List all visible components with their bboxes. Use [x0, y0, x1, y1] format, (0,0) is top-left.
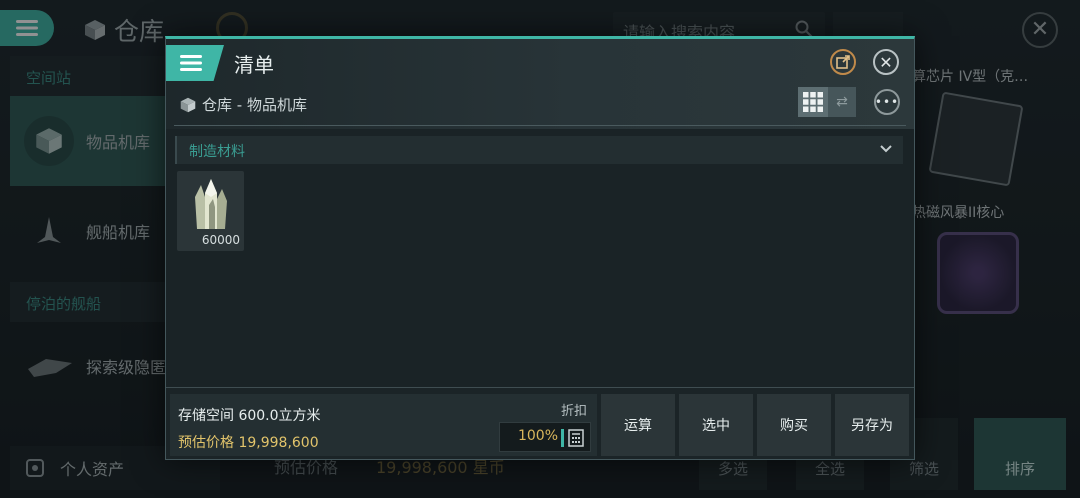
select-button[interactable]: 选中 — [679, 394, 753, 456]
sidebar-section-station: 空间站 — [10, 56, 168, 96]
header-divider — [174, 125, 906, 126]
more-button[interactable]: ••• — [874, 89, 900, 115]
sort-button[interactable]: 排序 — [974, 418, 1066, 490]
sidebar-item-label: 探索级隐匿 — [86, 358, 167, 377]
price-line: 预估价格 19,998,600 — [178, 432, 319, 452]
close-icon[interactable]: ✕ — [1022, 12, 1058, 48]
calculate-button[interactable]: 运算 — [601, 394, 675, 456]
cube-icon — [85, 20, 105, 40]
calculator-icon[interactable] — [568, 429, 584, 447]
discount-input[interactable]: 100% — [499, 422, 591, 452]
menu-button[interactable] — [0, 10, 54, 46]
list-icon — [180, 55, 202, 71]
cube-icon — [24, 116, 74, 166]
category-header[interactable]: 制造材料 — [175, 136, 903, 164]
sidebar-item-docked-ship[interactable]: 探索级隐匿 — [10, 322, 168, 410]
ship-icon — [28, 359, 72, 377]
list-modal: 清单 ✕ 仓库 - 物品机库 ⇄ ••• 制造材料 60000 存储空间 600… — [165, 36, 915, 460]
sidebar: 空间站 物品机库 舰船机库 停泊的舰船 探索级隐匿 — [10, 56, 168, 498]
sidebar-item-label: 舰船机库 — [86, 223, 151, 242]
swap-icon[interactable]: ⇄ — [828, 87, 856, 117]
sidebar-item-label: 物品机库 — [86, 133, 151, 152]
grid-view-icon[interactable] — [798, 87, 828, 117]
close-button[interactable]: ✕ — [873, 49, 899, 75]
price-label: 预估价格 — [178, 435, 234, 451]
item-quantity: 60000 — [201, 233, 240, 247]
text-cursor — [561, 429, 564, 447]
discount-value: 100% — [517, 428, 558, 444]
list-icon — [16, 20, 38, 36]
sidebar-item-warehouse[interactable]: 物品机库 — [10, 96, 168, 186]
close-icon: ✕ — [879, 52, 893, 72]
ship-icon — [24, 206, 74, 256]
export-button[interactable] — [830, 49, 856, 75]
crystal-icon — [195, 179, 227, 229]
core-card-title: 热磁风暴II核心 — [912, 205, 1005, 221]
footer-info: 存储空间 600.0立方米 预估价格 19,998,600 折扣 100% — [170, 394, 597, 456]
buy-button[interactable]: 购买 — [757, 394, 831, 456]
more-icon: ••• — [874, 95, 900, 109]
modal-title: 清单 — [234, 53, 274, 77]
personal-assets-label: 个人资产 — [60, 460, 125, 479]
cube-icon — [180, 97, 196, 112]
discount-label: 折扣 — [560, 404, 587, 419]
core-icon[interactable] — [937, 232, 1019, 314]
gear-icon — [26, 459, 44, 477]
page-title-text: 仓库 — [114, 17, 165, 46]
storage-text: 存储空间 600.0立方米 — [178, 408, 321, 424]
sidebar-section-docked: 停泊的舰船 — [10, 282, 168, 322]
breadcrumb-text: 仓库 - 物品机库 — [202, 96, 307, 114]
sidebar-item-ship-hangar[interactable]: 舰船机库 — [10, 186, 168, 276]
chip-card-title: 算芯片 IV型（克… — [912, 69, 1029, 85]
save-as-button[interactable]: 另存为 — [835, 394, 909, 456]
modal-footer: 存储空间 600.0立方米 预估价格 19,998,600 折扣 100% 运算… — [166, 387, 914, 459]
category-label: 制造材料 — [189, 144, 245, 160]
page-title: 仓库 — [84, 12, 164, 48]
chevron-down-icon — [880, 145, 892, 153]
chip-icon[interactable] — [928, 91, 1024, 187]
breadcrumb: 仓库 - 物品机库 — [180, 94, 307, 115]
price-value: 19,998,600 — [238, 435, 319, 451]
export-icon — [836, 55, 850, 69]
view-toggle[interactable]: ⇄ — [798, 87, 856, 117]
item-tile[interactable]: 60000 — [177, 171, 244, 251]
